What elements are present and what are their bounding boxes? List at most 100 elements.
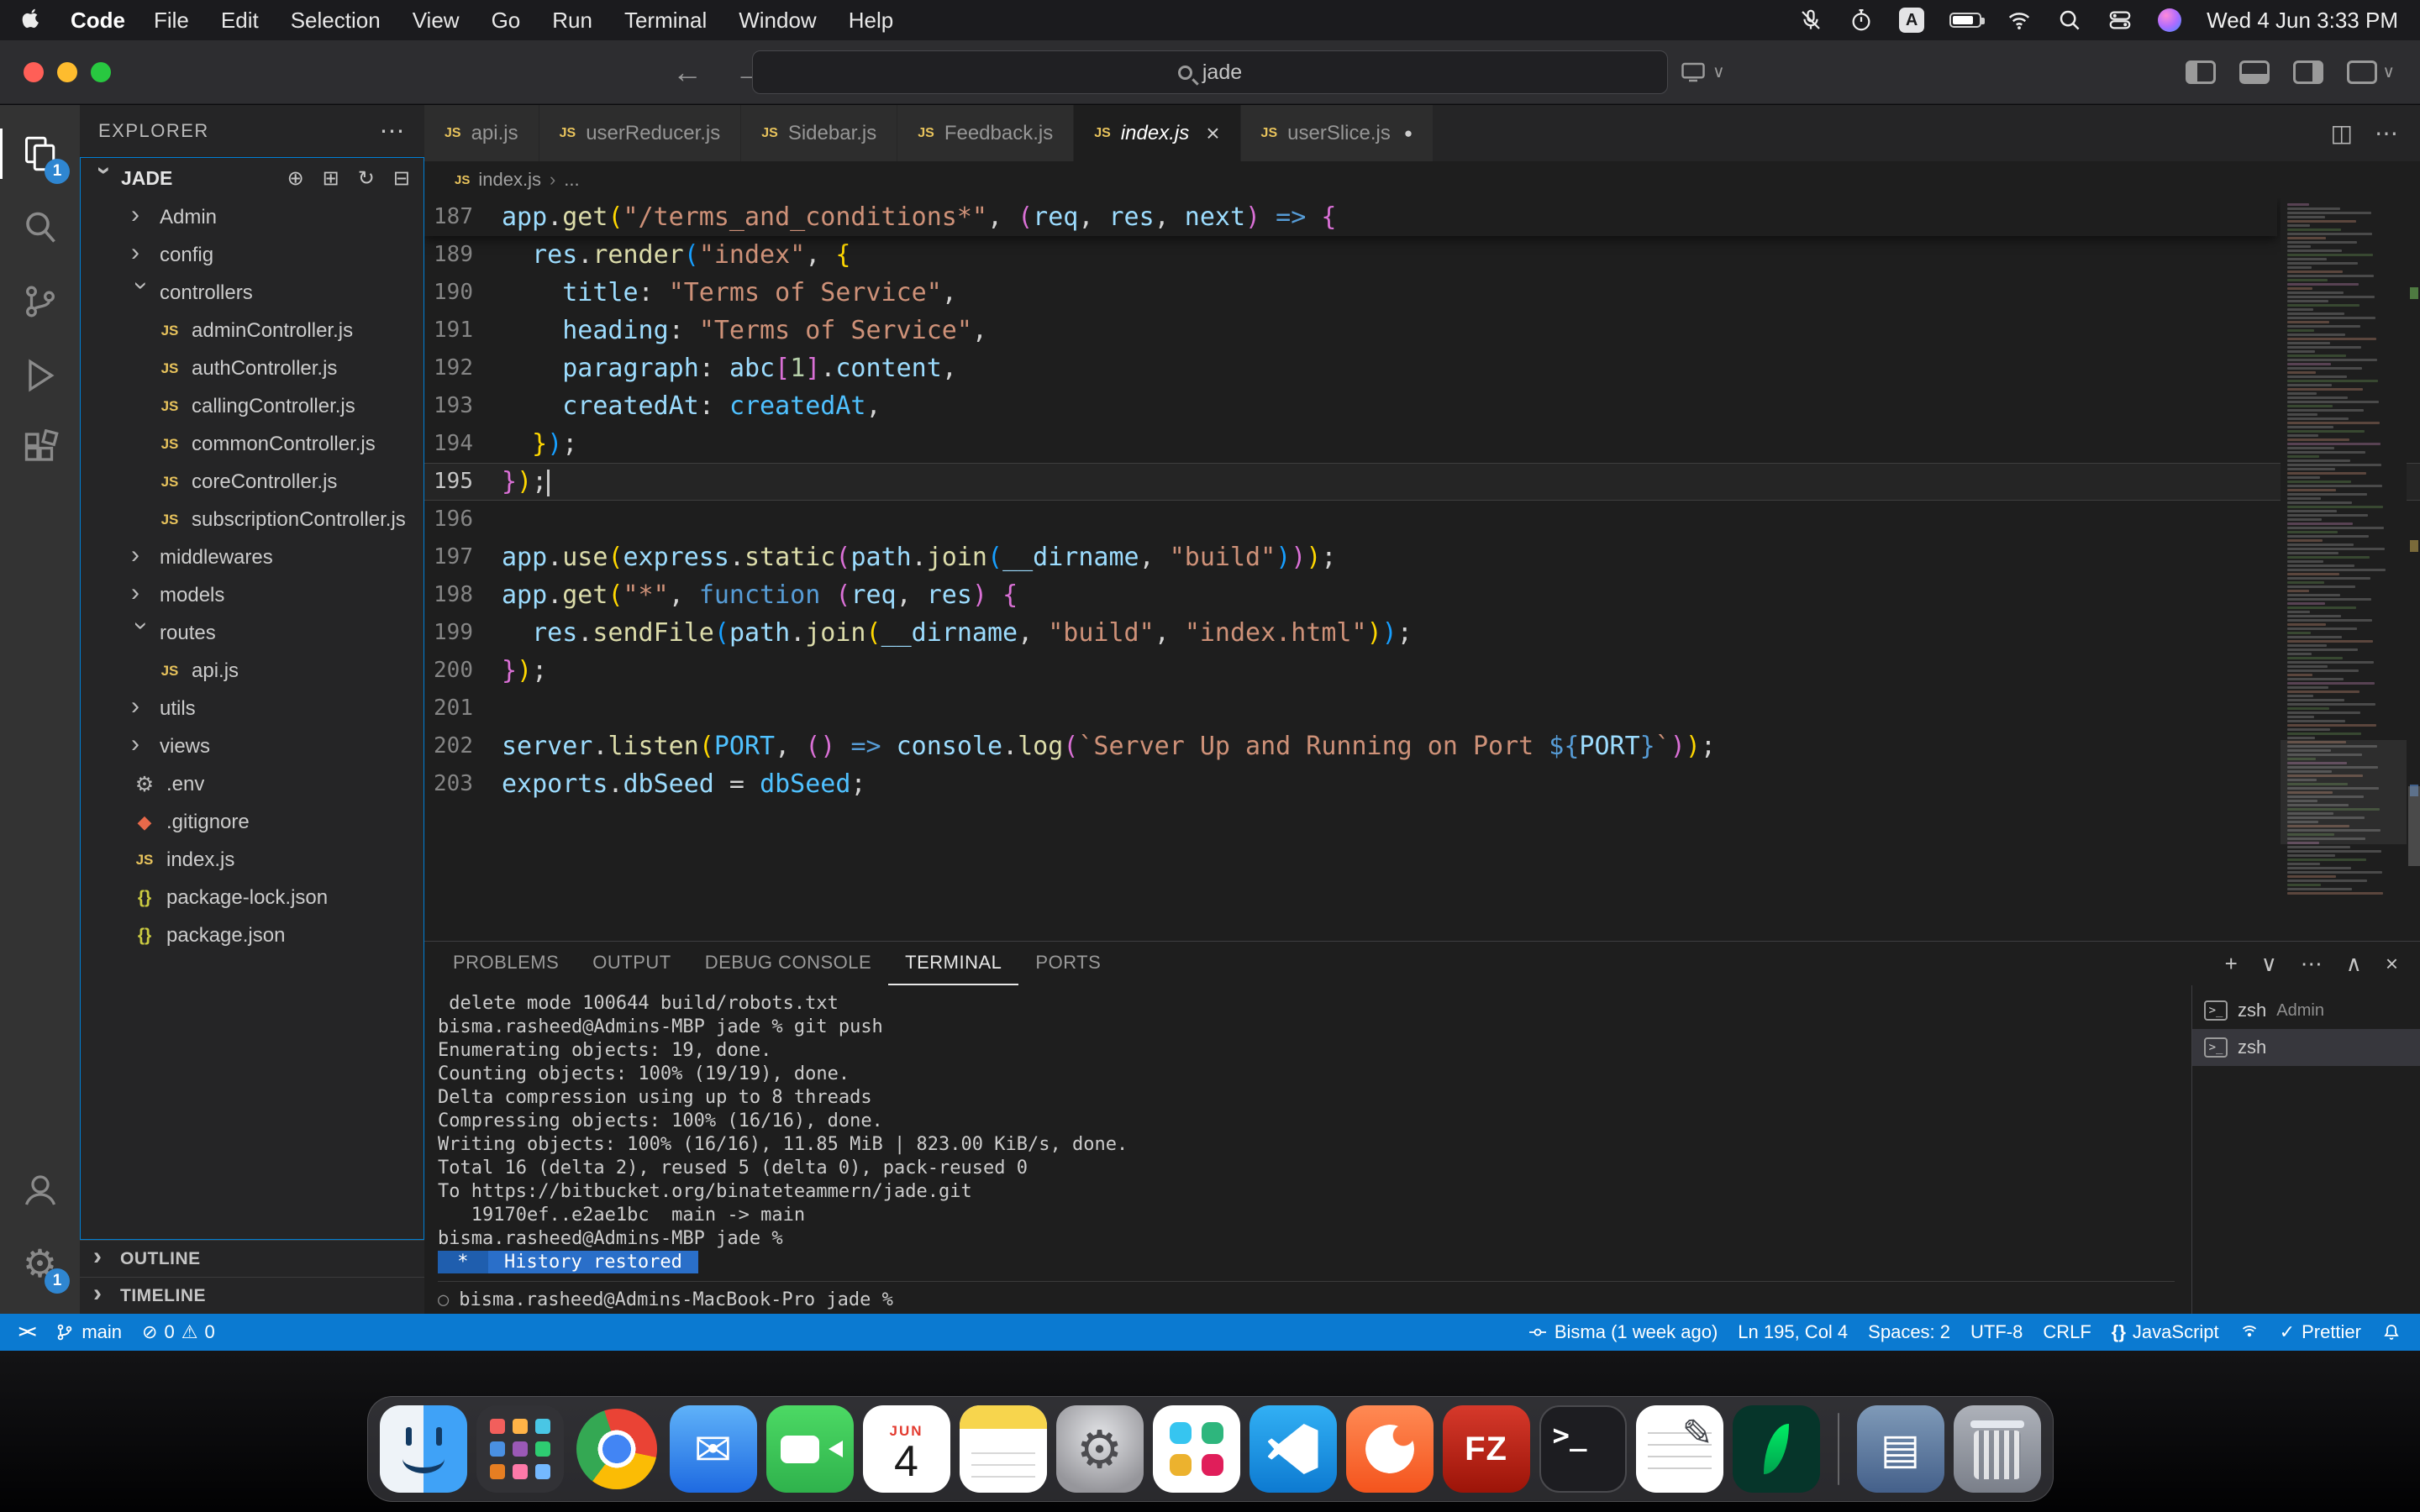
code-editor[interactable]: 187app.get("/terms_and_conditions*", (re… xyxy=(424,198,2420,941)
customize-layout-icon[interactable] xyxy=(2347,60,2377,84)
dock-textedit-icon[interactable] xyxy=(1636,1405,1723,1493)
breadcrumb-file[interactable]: index.js xyxy=(478,169,541,191)
code-line[interactable]: 201 xyxy=(424,690,2420,727)
line-number[interactable]: 195 xyxy=(424,463,502,501)
dock-mail-icon[interactable]: ✉ xyxy=(670,1405,757,1493)
minimap-viewport[interactable] xyxy=(2281,740,2407,844)
code-line[interactable]: 202server.listen(PORT, () => console.log… xyxy=(424,727,2420,765)
tree-item-authController.js[interactable]: JSauthController.js xyxy=(81,349,424,387)
ports-status[interactable] xyxy=(2229,1314,2270,1351)
notifications-bell[interactable] xyxy=(2371,1314,2412,1351)
code-line[interactable]: 191 heading: "Terms of Service", xyxy=(424,312,2420,349)
zoom-window-button[interactable] xyxy=(91,62,111,82)
accounts-icon[interactable] xyxy=(0,1152,80,1226)
sticky-scroll-line[interactable]: 187app.get("/terms_and_conditions*", (re… xyxy=(424,198,2277,236)
dock-finder-icon[interactable] xyxy=(380,1405,467,1493)
code-line[interactable]: 190 title: "Terms of Service", xyxy=(424,274,2420,312)
menu-item-selection[interactable]: Selection xyxy=(291,8,381,34)
code-line[interactable]: 193 createdAt: createdAt, xyxy=(424,387,2420,425)
menu-item-help[interactable]: Help xyxy=(849,8,893,34)
tree-item-package.json[interactable]: {}package.json xyxy=(81,916,424,954)
menu-item-window[interactable]: Window xyxy=(739,8,816,34)
line-number[interactable]: 190 xyxy=(424,274,502,312)
dock-facetime-icon[interactable] xyxy=(766,1405,854,1493)
line-number[interactable]: 203 xyxy=(424,765,502,803)
wifi-icon[interactable] xyxy=(2007,8,2032,33)
code-line[interactable]: 197app.use(express.static(path.join(__di… xyxy=(424,538,2420,576)
line-number[interactable]: 193 xyxy=(424,387,502,425)
dock-notes-icon[interactable] xyxy=(960,1405,1047,1493)
more-actions-icon[interactable]: ⋯ xyxy=(2301,951,2323,977)
tree-item-api.js[interactable]: JSapi.js xyxy=(81,652,424,690)
line-number[interactable]: 194 xyxy=(424,425,502,463)
panel-tab-problems[interactable]: PROBLEMS xyxy=(436,942,576,985)
tree-item-.gitignore[interactable]: ◆.gitignore xyxy=(81,803,424,841)
indentation-status[interactable]: Spaces: 2 xyxy=(1858,1314,1960,1351)
menubar-clock[interactable]: Wed 4 Jun 3:33 PM xyxy=(2207,8,2398,34)
dock-trash-icon[interactable] xyxy=(1954,1405,2041,1493)
menu-item-go[interactable]: Go xyxy=(492,8,521,34)
collapse-all-icon[interactable]: ⊟ xyxy=(393,166,410,191)
language-mode[interactable]: {} JavaScript xyxy=(2102,1314,2229,1351)
window-titlebar[interactable]: ← → jade ∨ ∨ xyxy=(0,40,2420,104)
line-number[interactable]: 192 xyxy=(424,349,502,387)
tree-item-controllers[interactable]: ›controllers xyxy=(81,274,424,312)
close-window-button[interactable] xyxy=(24,62,44,82)
dock-filezilla-icon[interactable]: FZ xyxy=(1443,1405,1530,1493)
code-line[interactable]: 200}); xyxy=(424,652,2420,690)
menu-item-file[interactable]: File xyxy=(154,8,189,34)
tab-close-icon[interactable]: × xyxy=(1206,120,1219,147)
screen-time-icon[interactable] xyxy=(1849,8,1874,33)
tree-item-Admin[interactable]: ›Admin xyxy=(81,198,424,236)
line-number[interactable]: 187 xyxy=(424,198,502,236)
maximize-panel-icon[interactable]: ∧ xyxy=(2346,951,2362,977)
line-number[interactable]: 197 xyxy=(424,538,502,576)
spotlight-icon[interactable] xyxy=(2057,8,2082,33)
code-line[interactable]: 198app.get("*", function (req, res) { xyxy=(424,576,2420,614)
command-center-search[interactable]: jade xyxy=(752,50,1668,94)
profile-menu[interactable]: ∨ xyxy=(1681,40,1725,103)
battery-icon[interactable] xyxy=(1949,13,1981,28)
more-actions-icon[interactable]: ⋯ xyxy=(2375,119,2398,147)
new-folder-icon[interactable]: ⊞ xyxy=(323,166,339,191)
tree-item-utils[interactable]: ›utils xyxy=(81,690,424,727)
editor-tab-index.js[interactable]: JSindex.js× xyxy=(1074,105,1240,161)
encoding-status[interactable]: UTF-8 xyxy=(1960,1314,2033,1351)
tree-item-config[interactable]: ›config xyxy=(81,236,424,274)
minimize-window-button[interactable] xyxy=(57,62,77,82)
dock-files-icon[interactable]: ▤ xyxy=(1857,1405,1944,1493)
terminal-list-item[interactable]: >_zsh xyxy=(2192,1029,2420,1066)
panel-tab-output[interactable]: OUTPUT xyxy=(576,942,687,985)
line-number[interactable]: 201 xyxy=(424,690,502,727)
git-branch-status[interactable]: main xyxy=(45,1314,132,1351)
timeline-section[interactable]: › TIMELINE xyxy=(80,1277,424,1314)
menu-item-edit[interactable]: Edit xyxy=(221,8,259,34)
code-line[interactable]: 189 res.render("index", { xyxy=(424,236,2420,274)
editor-tab-api.js[interactable]: JSapi.js xyxy=(424,105,539,161)
tree-item-adminController.js[interactable]: JSadminController.js xyxy=(81,312,424,349)
close-panel-icon[interactable]: × xyxy=(2386,951,2398,977)
menu-app-name[interactable]: Code xyxy=(71,8,125,34)
new-terminal-icon[interactable]: + xyxy=(2225,951,2238,977)
tree-item-package-lock.json[interactable]: {}package-lock.json xyxy=(81,879,424,916)
line-number[interactable]: 196 xyxy=(424,501,502,538)
editor-tab-Sidebar.js[interactable]: JSSidebar.js xyxy=(741,105,897,161)
toggle-primary-sidebar-icon[interactable] xyxy=(2186,60,2216,84)
toggle-panel-icon[interactable] xyxy=(2239,60,2270,84)
dock-slack-icon[interactable] xyxy=(1153,1405,1240,1493)
more-actions-icon[interactable]: ⋯ xyxy=(380,117,407,146)
terminal-output[interactable]: delete mode 100644 build/robots.txtbisma… xyxy=(424,985,2191,1314)
settings-gear-icon[interactable]: ⚙ 1 xyxy=(0,1226,80,1300)
tree-item-middlewares[interactable]: ›middlewares xyxy=(81,538,424,576)
tree-item-coreController.js[interactable]: JScoreController.js xyxy=(81,463,424,501)
menu-item-run[interactable]: Run xyxy=(552,8,592,34)
line-number[interactable]: 191 xyxy=(424,312,502,349)
problems-status[interactable]: ⊘ 0 ⚠ 0 xyxy=(132,1314,225,1351)
toggle-secondary-sidebar-icon[interactable] xyxy=(2293,60,2323,84)
code-line[interactable]: 194 }); xyxy=(424,425,2420,463)
tree-item-subscriptionController.js[interactable]: JSsubscriptionController.js xyxy=(81,501,424,538)
panel-tab-terminal[interactable]: TERMINAL xyxy=(888,942,1018,985)
split-editor-icon[interactable]: ◫ xyxy=(2331,119,2353,147)
extensions-activity-icon[interactable] xyxy=(0,412,80,486)
project-section-header[interactable]: › JADE ⊕ ⊞ ↻ ⊟ xyxy=(81,158,424,198)
